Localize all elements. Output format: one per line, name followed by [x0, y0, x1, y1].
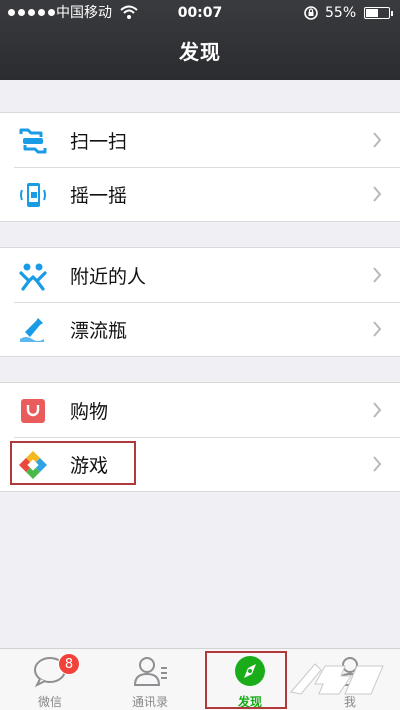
discover-highlight-box — [205, 651, 287, 709]
list-item-shake[interactable]: 摇一摇 — [0, 167, 400, 221]
shopping-icon — [21, 399, 45, 423]
page-title: 发现 — [179, 40, 221, 64]
chevron-right-icon — [373, 267, 382, 283]
list-item-scan[interactable]: 扫一扫 — [0, 113, 400, 167]
tab-label: 微信 — [37, 695, 62, 709]
tab-label: 通讯录 — [131, 695, 168, 709]
list-item-drift-bottle[interactable]: 漂流瓶 — [0, 302, 400, 356]
list-item-label: 漂流瓶 — [70, 319, 128, 342]
tab-chats[interactable]: 8 微信 — [0, 649, 100, 710]
watermark-logo — [290, 663, 384, 695]
shake-icon — [20, 183, 46, 207]
chevron-right-icon — [373, 456, 382, 472]
list-item-label: 附近的人 — [70, 265, 147, 288]
tab-contacts[interactable]: 通讯录 — [100, 649, 200, 710]
list-group-scan: 扫一扫 摇一摇 — [0, 112, 400, 222]
chevron-right-icon — [373, 402, 382, 418]
unread-badge: 8 — [58, 653, 80, 675]
battery-icon — [364, 7, 393, 19]
navigation-bar: 中国移动 00:07 55% 发现 — [0, 0, 400, 80]
game-highlight-box — [10, 441, 136, 485]
contacts-icon — [133, 657, 167, 686]
chevron-right-icon — [373, 186, 382, 202]
list-item-people-nearby[interactable]: 附近的人 — [0, 248, 400, 302]
status-bar: 中国移动 00:07 55% — [0, 0, 400, 26]
rotation-lock-icon — [304, 6, 318, 20]
list-item-label: 扫一扫 — [70, 130, 128, 153]
list-item-label: 购物 — [70, 400, 109, 423]
list-item-label: 摇一摇 — [70, 184, 128, 207]
chevron-right-icon — [373, 321, 382, 337]
battery-percentage: 55% — [325, 5, 357, 21]
list-group-nearby: 附近的人 漂流瓶 — [0, 247, 400, 357]
chevron-right-icon — [373, 132, 382, 148]
list-item-shopping[interactable]: 购物 — [0, 383, 400, 437]
scan-icon — [19, 128, 47, 154]
drift-bottle-icon — [20, 318, 44, 342]
people-nearby-icon — [19, 263, 47, 291]
